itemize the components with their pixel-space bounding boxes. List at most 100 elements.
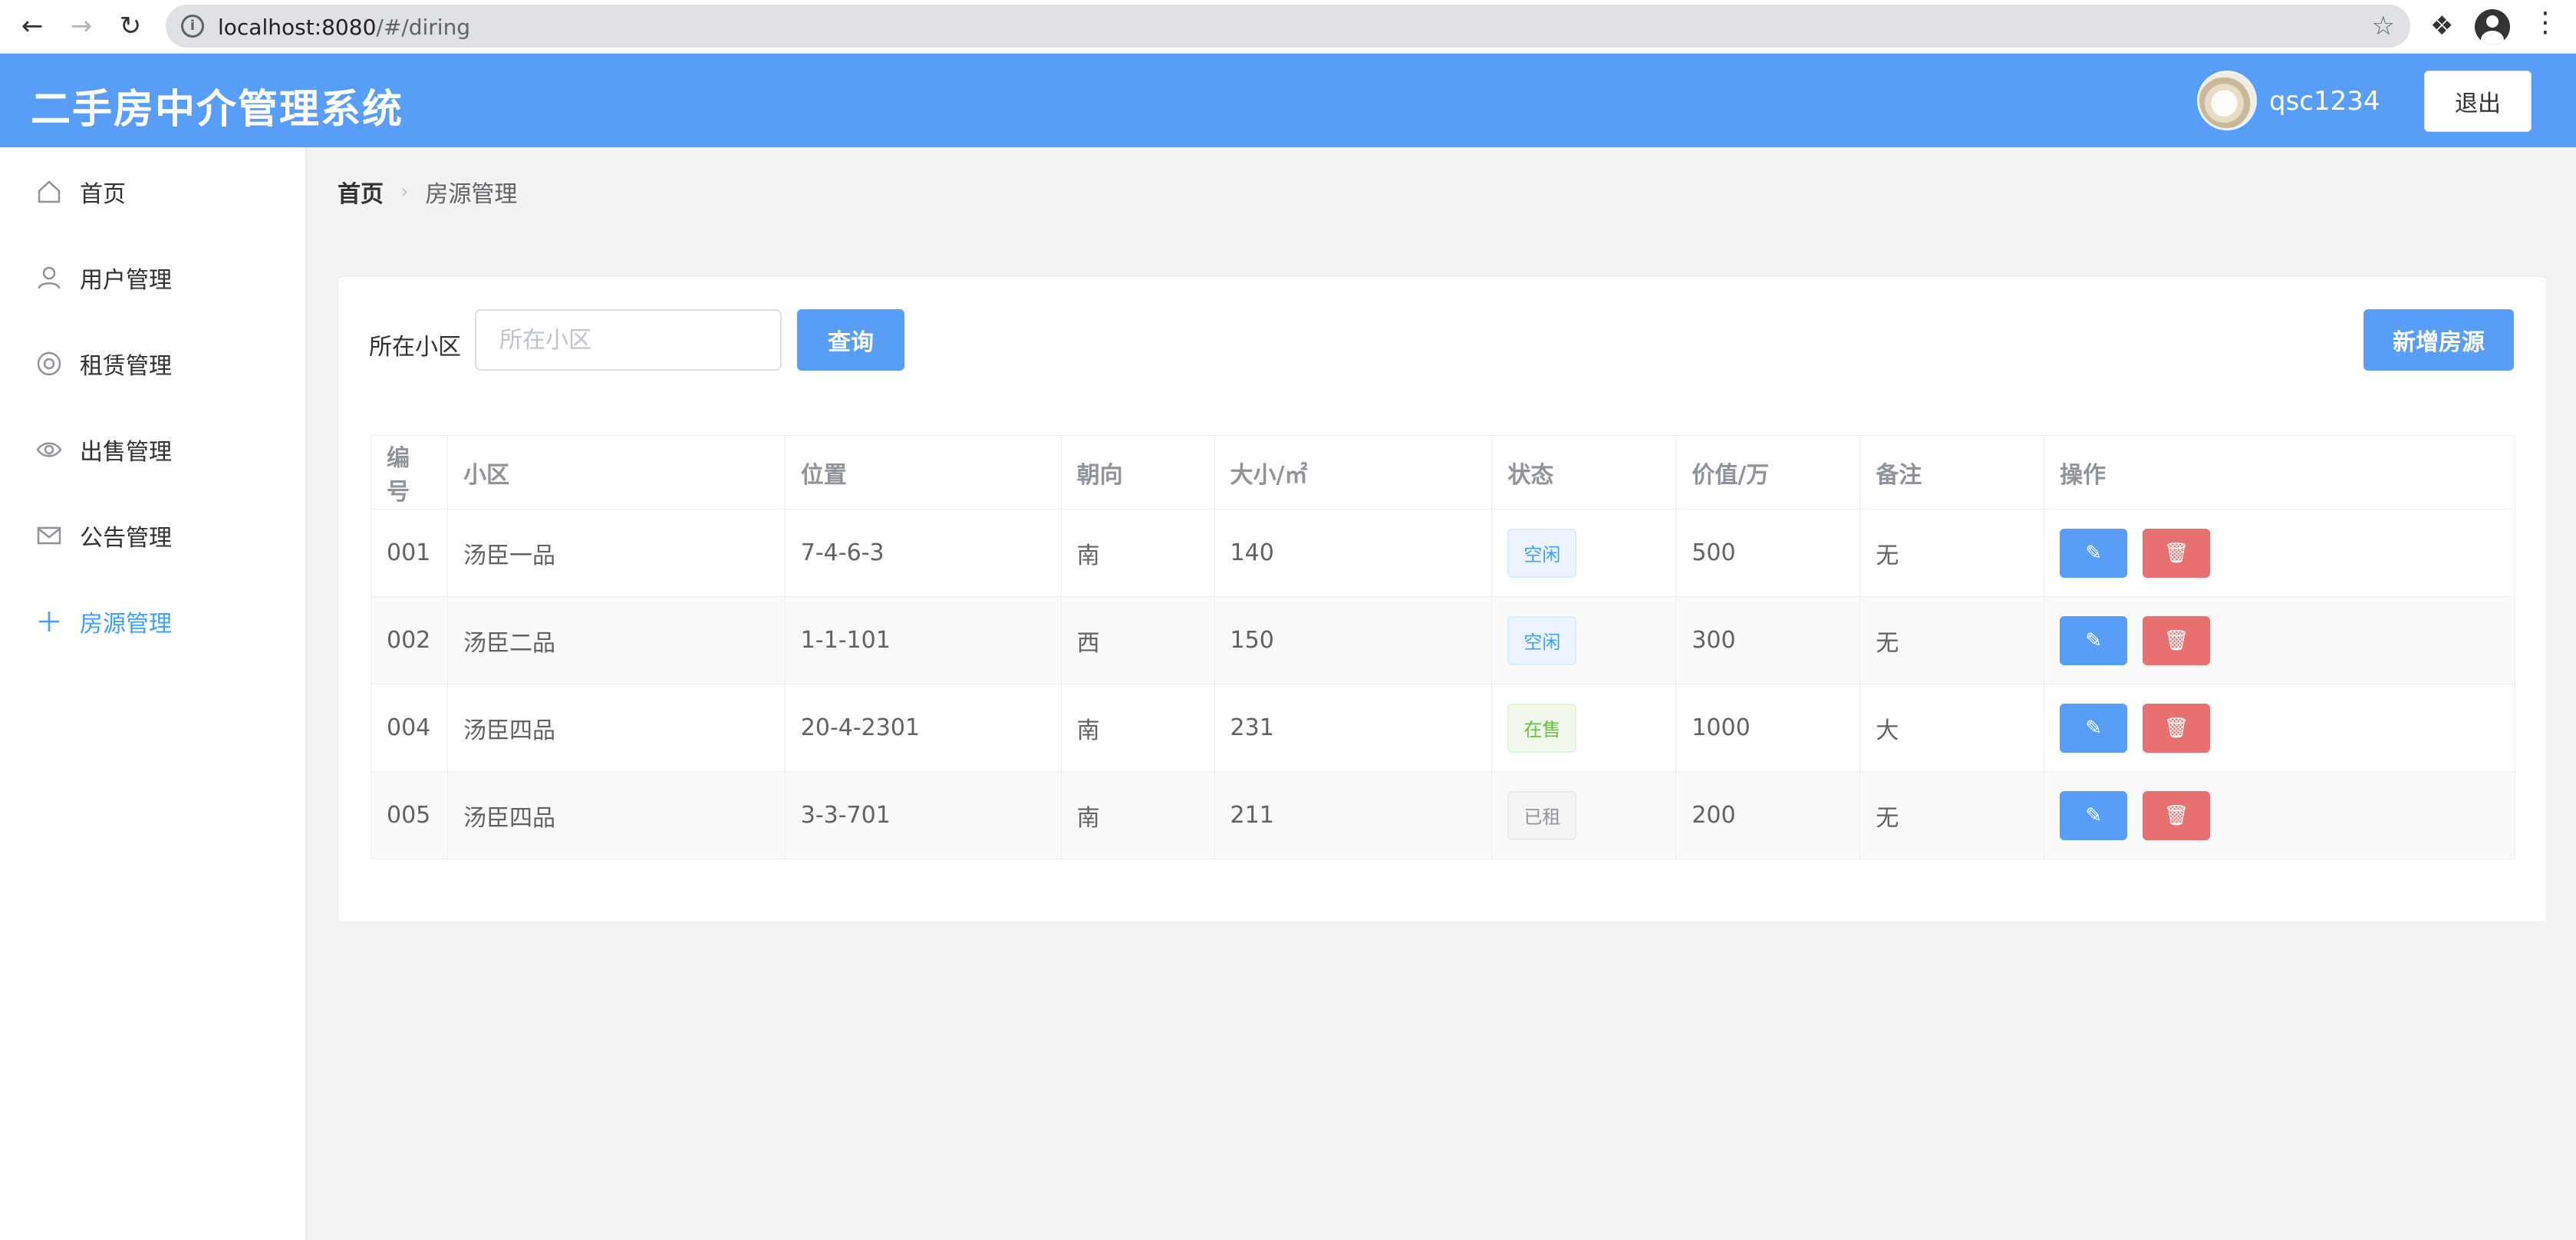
sidebar-item-users[interactable]: 用户管理 [0, 235, 305, 321]
cell-status: 空闲 [1491, 596, 1677, 684]
cell-orientation: 南 [1060, 684, 1215, 772]
column-header: 位置 [784, 435, 1062, 510]
cell-community: 汤臣二品 [446, 596, 786, 684]
edit-button[interactable]: ✎ [2060, 528, 2128, 578]
edit-icon: ✎ [2085, 716, 2103, 740]
trash-icon: 🗑 [2163, 628, 2189, 652]
browser-profile-icon[interactable] [2475, 9, 2510, 45]
edit-button[interactable]: ✎ [2060, 790, 2128, 840]
cell-note: 无 [1860, 771, 2045, 859]
back-icon[interactable]: ← [17, 11, 48, 41]
column-header: 备注 [1860, 435, 2045, 510]
cell-actions: ✎ 🗑 [2044, 684, 2515, 772]
delete-button[interactable]: 🗑 [2143, 528, 2211, 578]
edit-icon: ✎ [2085, 541, 2103, 565]
cell-status: 在售 [1491, 684, 1677, 772]
delete-button[interactable]: 🗑 [2143, 790, 2211, 840]
cell-size: 231 [1214, 684, 1493, 772]
cell-value: 200 [1675, 771, 1861, 859]
extensions-icon[interactable]: ❖ [2430, 11, 2453, 41]
query-button[interactable]: 查询 [797, 309, 904, 371]
cell-id: 001 [371, 509, 448, 597]
cell-value: 300 [1675, 596, 1861, 684]
listings-table: 编号 小区 位置 朝向 大小/㎡ 状态 价值/万 备注 操作 001 汤臣一品 … [371, 435, 2515, 859]
edit-button[interactable]: ✎ [2060, 615, 2128, 665]
cell-actions: ✎ 🗑 [2044, 509, 2515, 597]
cell-size: 150 [1214, 596, 1493, 684]
cell-location: 3-3-701 [784, 771, 1062, 859]
edit-icon: ✎ [2085, 803, 2103, 827]
site-info-icon[interactable]: i [181, 15, 204, 38]
cell-id: 004 [371, 684, 448, 772]
trash-icon: 🗑 [2163, 541, 2189, 565]
app-title: 二手房中介管理系统 [31, 87, 404, 133]
cell-community: 汤臣四品 [446, 684, 786, 772]
sidebar-item-label: 用户管理 [80, 267, 172, 294]
lifebuoy-icon [35, 350, 63, 378]
sidebar-item-rental[interactable]: 租赁管理 [0, 321, 305, 407]
bookmark-star-icon[interactable]: ☆ [2372, 11, 2395, 41]
cell-size: 140 [1214, 509, 1493, 597]
cell-orientation: 南 [1060, 771, 1215, 859]
eye-icon [35, 436, 63, 463]
add-listing-button[interactable]: 新增房源 [2364, 309, 2514, 371]
cell-note: 大 [1860, 684, 2045, 772]
status-badge: 在售 [1507, 703, 1577, 753]
table-row: 005 汤臣四品 3-3-701 南 211 已租 200 无 ✎ 🗑 [371, 771, 2515, 859]
cell-id: 002 [371, 596, 448, 684]
cell-note: 无 [1860, 509, 2045, 597]
cell-location: 1-1-101 [784, 596, 1062, 684]
community-search-input[interactable] [475, 309, 782, 371]
delete-button[interactable]: 🗑 [2143, 615, 2211, 665]
sidebar-item-sales[interactable]: 出售管理 [0, 407, 305, 493]
cell-status: 空闲 [1491, 509, 1677, 597]
sidebar-item-label: 出售管理 [80, 439, 172, 466]
column-header: 大小/㎡ [1214, 435, 1493, 510]
cell-community: 汤臣一品 [446, 509, 786, 597]
trash-icon: 🗑 [2163, 803, 2189, 827]
address-bar[interactable]: i localhost:8080/#/diring ☆ [166, 5, 2410, 48]
sidebar-item-label: 首页 [80, 181, 126, 208]
browser-menu-icon[interactable]: ⋮ [2532, 9, 2559, 37]
table-header-row: 编号 小区 位置 朝向 大小/㎡ 状态 价值/万 备注 操作 [371, 435, 2515, 510]
table-row: 004 汤臣四品 20-4-2301 南 231 在售 1000 大 ✎ 🗑 [371, 684, 2515, 772]
breadcrumb-home[interactable]: 首页 [338, 175, 384, 209]
cell-location: 20-4-2301 [784, 684, 1062, 772]
sidebar-item-home[interactable]: 首页 [0, 149, 305, 235]
home-icon [35, 178, 63, 206]
column-header: 朝向 [1060, 435, 1215, 510]
cell-size: 211 [1214, 771, 1493, 859]
sidebar-item-label: 租赁管理 [80, 353, 172, 380]
sidebar-item-label: 房源管理 [80, 611, 172, 638]
avatar[interactable] [2197, 71, 2257, 130]
url-text[interactable]: localhost:8080/#/diring [218, 15, 470, 40]
column-header: 小区 [446, 435, 786, 510]
breadcrumb-current: 房源管理 [425, 181, 518, 208]
column-header: 价值/万 [1675, 435, 1861, 510]
user-icon [35, 264, 63, 292]
chevron-right-icon: › [400, 180, 409, 203]
filter-label: 所在小区 [369, 334, 461, 361]
status-badge: 空闲 [1507, 528, 1577, 578]
forward-icon[interactable]: → [66, 11, 97, 41]
cell-actions: ✎ 🗑 [2044, 771, 2515, 859]
table-row: 001 汤臣一品 7-4-6-3 南 140 空闲 500 无 ✎ 🗑 [371, 509, 2515, 597]
breadcrumb: 首页 › 房源管理 [338, 175, 517, 209]
logout-button[interactable]: 退出 [2424, 71, 2532, 132]
sidebar-item-listings[interactable]: 房源管理 [0, 579, 305, 665]
column-header: 编号 [371, 435, 448, 510]
username: qsc1234 [2269, 86, 2380, 117]
cell-id: 005 [371, 771, 448, 859]
edit-icon: ✎ [2085, 628, 2103, 652]
sidebar-item-notices[interactable]: 公告管理 [0, 493, 305, 579]
reload-icon[interactable]: ↻ [115, 11, 146, 41]
edit-button[interactable]: ✎ [2060, 703, 2128, 753]
envelope-icon [35, 522, 63, 549]
cell-orientation: 西 [1060, 596, 1215, 684]
sidebar-item-label: 公告管理 [80, 525, 172, 552]
column-header: 操作 [2044, 435, 2515, 510]
cell-location: 7-4-6-3 [784, 509, 1062, 597]
delete-button[interactable]: 🗑 [2143, 703, 2211, 753]
sidebar: 首页 用户管理 租赁管理 出售管理 公告管理 房源管理 [0, 147, 307, 1240]
browser-toolbar: ← → ↻ i localhost:8080/#/diring ☆ ❖ ⋮ [0, 0, 2576, 54]
